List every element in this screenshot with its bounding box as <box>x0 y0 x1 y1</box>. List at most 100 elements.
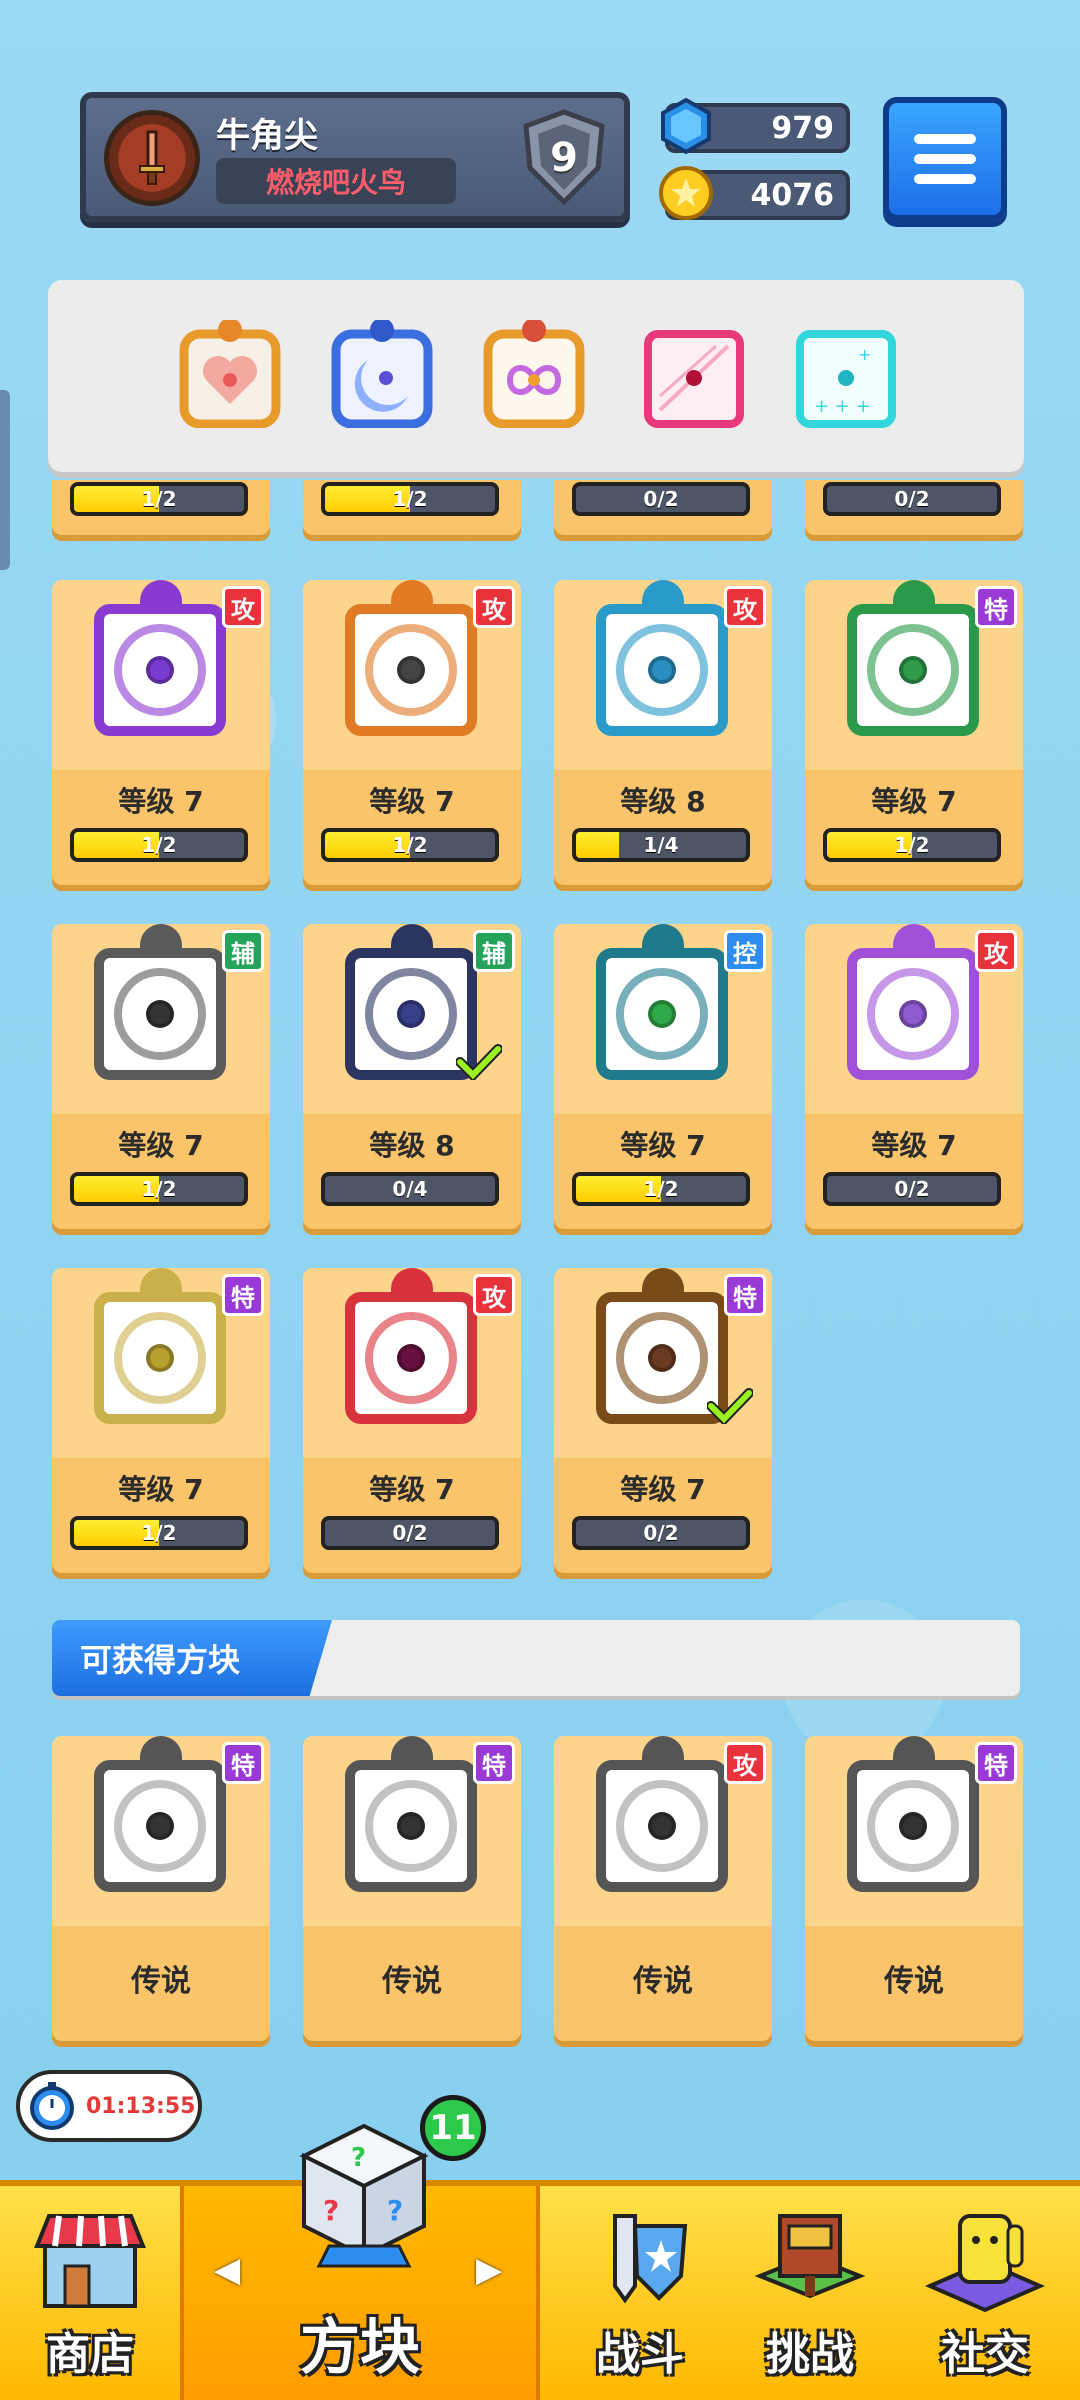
upgrade-progress: 1/4 <box>572 828 750 862</box>
cyan-plus-block-icon[interactable]: + + + + <box>792 320 900 428</box>
menu-button[interactable] <box>883 97 1007 221</box>
upgrade-progress: 1/2 <box>321 828 499 862</box>
level-label: 等级 8 <box>369 1129 455 1162</box>
upgrade-progress: 1/2 <box>70 1172 248 1206</box>
block-card[interactable]: 1/2 <box>303 480 521 535</box>
block-card[interactable]: 攻 等级 7 0/2 <box>303 1268 521 1573</box>
block-card[interactable]: 辅 等级 8 0/4 <box>303 924 521 1229</box>
type-tag: 特 <box>975 586 1017 628</box>
deck-panel: + + + + <box>48 280 1024 472</box>
blade-block-icon <box>331 1268 493 1438</box>
type-tag: 攻 <box>222 586 264 628</box>
upgrade-progress: 1/2 <box>70 828 248 862</box>
type-tag: 特 <box>222 1742 264 1784</box>
level-label: 等级 7 <box>118 785 204 818</box>
green-wind-block-icon <box>833 580 995 750</box>
nav-battle[interactable]: 战斗 <box>560 2186 720 2400</box>
level-label: 等级 7 <box>871 785 957 818</box>
rarity-label: 传说 <box>884 1964 944 1999</box>
block-card[interactable]: 攻 等级 7 1/2 <box>303 580 521 885</box>
type-tag: 特 <box>222 1274 264 1316</box>
sun-block-icon <box>80 1268 242 1438</box>
block-card[interactable]: 特 等级 7 1/2 <box>52 1268 270 1573</box>
nav-label: 商店 <box>46 2329 134 2380</box>
obtainable-block-card[interactable]: 特 传说 <box>805 1736 1023 2041</box>
type-tag: 辅 <box>473 930 515 972</box>
brown-heart-block-icon <box>582 1268 753 1438</box>
block-card[interactable]: 攻 等级 7 0/2 <box>805 924 1023 1229</box>
block-card[interactable]: 特 等级 7 0/2 <box>554 1268 772 1573</box>
nav-blocks[interactable]: ? ? ? 方块 <box>180 2123 540 2400</box>
upgrade-progress: 0/2 <box>321 1516 499 1550</box>
nav-prev-arrow[interactable]: ◀ <box>214 2250 240 2290</box>
infinity-block-icon[interactable] <box>480 320 588 428</box>
check-icon <box>707 1388 753 1424</box>
block-card[interactable]: 攻 等级 7 1/2 <box>52 580 270 885</box>
purple-flower-block-icon <box>80 580 242 750</box>
rank-number: 9 <box>550 135 578 181</box>
hamburger-line <box>914 154 976 164</box>
gun-block-icon <box>331 580 493 750</box>
level-label: 等级 7 <box>369 1473 455 1506</box>
type-tag: 攻 <box>724 1742 766 1784</box>
pink-dot-block-icon[interactable] <box>640 320 748 428</box>
gem-count: 979 <box>771 110 834 146</box>
check-icon <box>456 1044 502 1080</box>
level-label: 等级 7 <box>118 1473 204 1506</box>
upgrade-progress: 1/2 <box>321 482 499 516</box>
mystery-cube-icon: ? ? ? <box>299 2123 429 2268</box>
timer-value: 01:13:55 <box>86 2093 196 2119</box>
dark-moon-block-icon <box>331 924 502 1094</box>
upgrade-progress: 0/2 <box>572 1516 750 1550</box>
nav-next-arrow[interactable]: ▶ <box>476 2250 502 2290</box>
hamburger-line <box>914 134 976 144</box>
mist-block-icon <box>331 1736 493 1906</box>
combo-block-icon <box>582 1736 744 1906</box>
type-tag: 辅 <box>222 930 264 972</box>
stopwatch-icon <box>30 2082 74 2130</box>
profile-panel[interactable]: 牛角尖 燃烧吧火鸟 9 <box>80 92 630 222</box>
type-tag: 攻 <box>975 930 1017 972</box>
coin-counter[interactable]: 4076 <box>659 166 850 220</box>
block-card[interactable]: 特 等级 7 1/2 <box>805 580 1023 885</box>
block-card[interactable]: 0/2 <box>805 480 1023 535</box>
svg-text:+: + <box>858 345 871 364</box>
block-card[interactable]: 辅 等级 7 1/2 <box>52 924 270 1229</box>
type-tag: 控 <box>724 930 766 972</box>
block-card[interactable]: 1/2 <box>52 480 270 535</box>
level-label: 等级 7 <box>620 1129 706 1162</box>
dial-block-icon <box>80 924 242 1094</box>
avatar[interactable] <box>104 110 200 206</box>
moon-block-icon[interactable] <box>328 320 436 428</box>
notification-badge: 11 <box>420 2095 486 2161</box>
obtainable-block-card[interactable]: 攻 传说 <box>554 1736 772 2041</box>
sword-icon <box>139 130 165 185</box>
heart-block-icon[interactable] <box>176 320 284 428</box>
sword-shield-icon <box>613 2214 688 2304</box>
obtainable-block-card[interactable]: 特 传说 <box>52 1736 270 2041</box>
nav-shop[interactable]: 商店 <box>0 2186 180 2400</box>
rank-badge[interactable]: 9 <box>514 108 614 208</box>
nav-label: 战斗 <box>596 2329 684 2380</box>
obtainable-block-card[interactable]: 特 传说 <box>303 1736 521 2041</box>
side-drawer-handle[interactable] <box>0 390 10 570</box>
block-card[interactable]: 0/2 <box>554 480 772 535</box>
nav-social[interactable]: 社交 <box>900 2186 1070 2400</box>
coin-count: 4076 <box>750 177 835 213</box>
section-title: 可获得方块 <box>52 1620 332 1696</box>
event-timer[interactable]: 01:13:55 <box>16 2070 202 2142</box>
gem-counter[interactable]: 979 <box>661 97 850 155</box>
type-tag: 攻 <box>724 586 766 628</box>
svg-text:+ + +: + + + <box>814 396 871 417</box>
svg-text:?: ? <box>351 2143 366 2173</box>
upgrade-progress: 0/2 <box>572 482 750 516</box>
type-tag: 特 <box>975 1742 1017 1784</box>
wave-block-icon <box>582 924 744 1094</box>
shop-icon <box>34 2214 146 2308</box>
level-label: 等级 7 <box>369 785 455 818</box>
block-card[interactable]: 攻 等级 8 1/4 <box>554 580 772 885</box>
upgrade-progress: 0/2 <box>823 1172 1001 1206</box>
block-card[interactable]: 控 等级 7 1/2 <box>554 924 772 1229</box>
player-name: 牛角尖 <box>216 116 318 156</box>
nav-challenge[interactable]: 挑战 <box>730 2186 890 2400</box>
